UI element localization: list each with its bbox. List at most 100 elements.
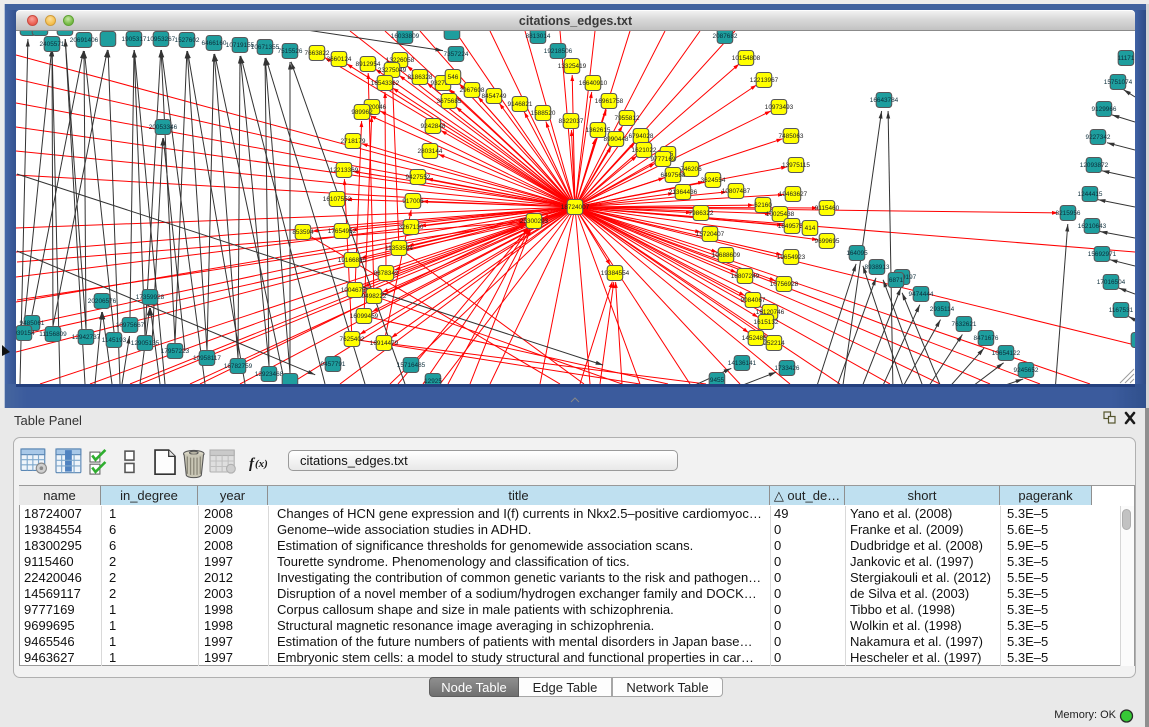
svg-text:7955812: 7955812 [615, 115, 640, 122]
svg-text:19166825: 19166825 [338, 257, 367, 264]
svg-text:10654122: 10654122 [992, 350, 1021, 357]
svg-text:6871: 6871 [889, 277, 904, 284]
svg-text:2803144: 2803144 [418, 148, 443, 155]
svg-text:8215956: 8215956 [1056, 210, 1081, 217]
svg-text:9242848: 9242848 [421, 123, 446, 130]
svg-text:546: 546 [448, 74, 459, 81]
svg-text:15720407: 15720407 [696, 231, 725, 238]
svg-text:7485063: 7485063 [779, 133, 804, 140]
svg-text:17957223: 17957223 [161, 348, 190, 355]
svg-text:1588520: 1588520 [531, 110, 556, 117]
svg-text:10953267: 10953267 [147, 36, 176, 43]
svg-text:16643784: 16643784 [870, 97, 899, 104]
svg-text:13975115: 13975115 [782, 162, 810, 169]
svg-text:19463627: 19463627 [779, 191, 808, 198]
svg-text:9146821: 9146821 [508, 101, 533, 108]
svg-text:16107552: 16107552 [323, 196, 352, 203]
svg-text:6466160: 6466160 [202, 40, 227, 47]
svg-text:10154808: 10154808 [732, 55, 761, 62]
svg-text:10671355: 10671355 [251, 44, 280, 51]
svg-text:15692971: 15692971 [1088, 251, 1117, 258]
svg-text:2405571: 2405571 [40, 41, 65, 48]
svg-text:10025438: 10025438 [766, 211, 795, 218]
svg-text:11353594: 11353594 [385, 245, 413, 252]
svg-text:1362615: 1362615 [586, 127, 611, 134]
svg-text:9455: 9455 [710, 377, 725, 384]
svg-text:989962: 989962 [351, 109, 373, 116]
svg-text:1905317: 1905317 [122, 36, 147, 43]
svg-text:12942737: 12942737 [72, 334, 101, 341]
svg-text:414: 414 [805, 225, 816, 232]
svg-text:10756928: 10756928 [770, 281, 799, 288]
svg-text:9084067: 9084067 [741, 297, 766, 304]
svg-text:9699695: 9699695 [815, 238, 840, 245]
svg-text:8186328: 8186328 [408, 74, 433, 81]
svg-text:7515526: 7515526 [278, 48, 303, 55]
svg-text:1615132: 1615132 [754, 319, 779, 326]
svg-text:16640910: 16640910 [579, 80, 608, 87]
svg-text:17016504: 17016504 [1097, 279, 1126, 286]
svg-text:1145193: 1145193 [102, 337, 127, 344]
svg-text:7986322: 7986322 [689, 210, 714, 217]
svg-text:16782759: 16782759 [224, 363, 253, 370]
svg-text:13325419: 13325419 [558, 63, 587, 70]
svg-text:16099459: 16099459 [350, 313, 379, 320]
svg-text:10688609: 10688609 [712, 252, 741, 259]
svg-text:21364436: 21364436 [669, 189, 698, 196]
svg-text:9474444: 9474444 [909, 291, 934, 298]
svg-text:17654952: 17654952 [328, 228, 357, 235]
svg-text:8938913: 8938913 [865, 264, 890, 271]
svg-text:7625402: 7625402 [340, 336, 365, 343]
svg-text:1167531: 1167531 [1109, 307, 1134, 314]
svg-text:16543362: 16543362 [371, 80, 400, 87]
svg-text:62160: 62160 [754, 202, 772, 209]
svg-text:2718179: 2718179 [341, 138, 366, 145]
svg-text:1621022: 1621022 [632, 147, 657, 154]
svg-text:12213369: 12213369 [330, 167, 359, 174]
svg-text:164095: 164095 [846, 250, 868, 257]
svg-text:23275049: 23275049 [378, 67, 407, 74]
svg-text:6497568: 6497568 [661, 172, 686, 179]
svg-text:10807487: 10807487 [722, 188, 751, 195]
svg-text:6794028: 6794028 [629, 133, 654, 140]
svg-text:16210643: 16210643 [1078, 223, 1107, 230]
svg-text:8454749: 8454749 [482, 93, 507, 100]
svg-text:3624554: 3624554 [701, 177, 726, 184]
svg-text:917006: 917006 [402, 198, 424, 205]
svg-text:8990448: 8990448 [604, 136, 629, 143]
svg-text:1733426: 1733426 [775, 365, 800, 372]
svg-text:1527602: 1527602 [175, 37, 200, 44]
svg-text:9245652: 9245652 [1014, 367, 1039, 374]
svg-text:252214: 252214 [763, 340, 785, 347]
svg-text:10975667: 10975667 [116, 322, 145, 329]
svg-text:3675685: 3675685 [437, 98, 462, 105]
svg-text:16914479: 16914479 [370, 340, 399, 347]
svg-text:9777169: 9777169 [651, 156, 676, 163]
svg-text:15716485: 15716485 [397, 362, 426, 369]
svg-text:19218506: 19218506 [544, 48, 573, 55]
svg-text:14136141: 14136141 [728, 360, 757, 367]
svg-text:9498222: 9498222 [362, 293, 387, 300]
svg-text:18807249: 18807249 [731, 273, 760, 280]
svg-text:15751074: 15751074 [1104, 79, 1133, 86]
svg-text:16961758: 16961758 [595, 98, 624, 105]
svg-text:939154: 939154 [16, 330, 35, 337]
svg-text:9227342: 9227342 [1086, 134, 1111, 141]
svg-text:19384554: 19384554 [601, 270, 630, 277]
svg-text:25300293: 25300293 [520, 218, 549, 225]
svg-text:3660124: 3660124 [327, 56, 352, 63]
svg-text:10958117: 10958117 [193, 355, 221, 362]
svg-text:7632621: 7632621 [952, 321, 977, 328]
svg-text:11171: 11171 [1118, 55, 1135, 62]
svg-text:12905135: 12905135 [131, 340, 160, 347]
svg-text:11156809: 11156809 [39, 331, 67, 338]
svg-text:12093872: 12093872 [1080, 162, 1109, 169]
svg-text:8878342: 8878342 [374, 270, 399, 277]
svg-text:9427552: 9427552 [406, 174, 431, 181]
svg-text:12923468: 12923468 [255, 371, 284, 378]
svg-text:9457791: 9457791 [321, 361, 346, 368]
svg-text:2935114: 2935114 [930, 306, 955, 313]
svg-text:7357224: 7357224 [444, 51, 469, 58]
svg-text:8813014: 8813014 [526, 33, 551, 40]
svg-text:8471676: 8471676 [974, 335, 999, 342]
